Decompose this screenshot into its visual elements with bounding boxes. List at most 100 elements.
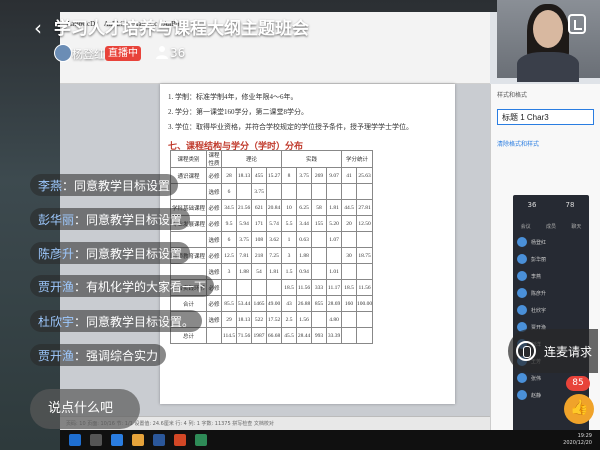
- like-count: 85: [566, 376, 590, 391]
- table-cell: 28.69: [326, 295, 342, 312]
- table-cell: [341, 183, 357, 200]
- participant-name: 张伟: [531, 375, 542, 382]
- table-cell: 3: [281, 247, 297, 264]
- table-cell: 1.81: [266, 263, 282, 280]
- table-cell: 455: [251, 167, 267, 184]
- table-cell: 71.56: [236, 327, 252, 344]
- participant-row[interactable]: 彭华丽: [517, 254, 585, 264]
- table-cell: 6: [221, 231, 237, 248]
- mic-request-button[interactable]: 连麦请求: [508, 329, 598, 373]
- table-cell: 18.5: [341, 279, 357, 296]
- participant-avatar: [517, 271, 527, 281]
- chat-text: 同意教学目标设置: [86, 212, 183, 227]
- participant-name: 赵静: [531, 392, 542, 399]
- edge-browser-icon[interactable]: [111, 434, 123, 446]
- table-cell: 333: [311, 279, 327, 296]
- chat-username[interactable]: 陈彦升: [38, 245, 74, 262]
- table-row: 合计 必修 85.5 53.44 1465 49.00 43 26.88 855 28.69 160…: [170, 295, 374, 312]
- table-cell: 6.25: [296, 199, 312, 216]
- meeting-tab[interactable]: 聊天: [571, 223, 581, 230]
- table-cell: [355, 183, 374, 200]
- table-cell: 必修: [206, 215, 222, 232]
- clock-time: 19:29: [577, 433, 592, 439]
- table-cell: [251, 279, 267, 296]
- back-chevron-icon[interactable]: ‹: [34, 18, 48, 38]
- participant-avatar: [517, 390, 527, 400]
- table-cell: 44.5: [341, 199, 357, 216]
- table-cell: [341, 231, 357, 248]
- clear-format-link[interactable]: 清除格式和样式: [497, 139, 594, 148]
- table-cell: 7.25: [266, 247, 282, 264]
- table-cell: 27.81: [355, 199, 374, 216]
- table-cell: 54: [251, 263, 267, 280]
- participant-row[interactable]: 陈彦升: [517, 288, 585, 298]
- chat-username[interactable]: 贾开渔: [38, 347, 74, 364]
- table-cell: [341, 263, 357, 280]
- table-cell: 993: [311, 327, 327, 344]
- taskbar-clock[interactable]: 19:29 2020/12/20: [563, 433, 592, 447]
- table-cell: 18.75: [355, 247, 374, 264]
- participant-row[interactable]: 李燕: [517, 271, 585, 281]
- chat-message: 杜欣宇：同意教学目标设置。: [30, 310, 203, 332]
- meeting-tab[interactable]: 成员: [546, 223, 556, 230]
- presenter-body: [517, 52, 579, 82]
- document-page[interactable]: 1. 学制：标准学制4年，修业年限4～6年。 2. 学分：第一课堂160学分，第…: [160, 84, 455, 404]
- table-cell: [266, 183, 282, 200]
- table-cell: 100.00: [355, 295, 374, 312]
- chat-username[interactable]: 贾开渔: [38, 278, 74, 295]
- table-cell: 11.56: [355, 279, 374, 296]
- table-cell: 4.80: [326, 311, 342, 328]
- share-icon[interactable]: [568, 14, 586, 34]
- participant-row[interactable]: 杨登红: [517, 237, 585, 247]
- windows-start-icon[interactable]: [69, 434, 81, 446]
- table-cell: [311, 263, 327, 280]
- table-cell: 12.50: [355, 215, 374, 232]
- chat-separator: ：: [74, 246, 87, 261]
- table-cell: 2.5: [281, 311, 297, 328]
- table-cell: 选修: [206, 311, 222, 328]
- meeting-count: 78: [565, 201, 575, 209]
- participant-row[interactable]: 杜欣宇: [517, 305, 585, 315]
- folder-icon[interactable]: [132, 434, 144, 446]
- table-cell: [341, 327, 357, 344]
- chat-username[interactable]: 彭华丽: [38, 211, 74, 228]
- mic-request-label: 连麦请求: [544, 344, 593, 359]
- word-icon[interactable]: [153, 434, 165, 446]
- table-cell: 218: [251, 247, 267, 264]
- meeting-tab[interactable]: 会议: [521, 223, 531, 230]
- meeting-app-icon[interactable]: [195, 434, 207, 446]
- table-cell: 必修: [206, 167, 222, 184]
- table-cell: 1.07: [326, 231, 342, 248]
- search-icon[interactable]: [90, 434, 102, 446]
- participant-avatar: [517, 305, 527, 315]
- chat-text: 有机化学的大家看一下: [86, 279, 207, 294]
- like-button[interactable]: 85: [560, 376, 600, 426]
- chat-username[interactable]: 李燕: [38, 177, 62, 194]
- table-header-cell: 课程类别: [170, 150, 207, 168]
- comment-input[interactable]: 说点什么吧: [30, 389, 140, 429]
- table-cell: 7.81: [236, 247, 252, 264]
- meeting-count: 36: [527, 201, 537, 209]
- table-cell: 1.01: [326, 263, 342, 280]
- table-cell: 45.5: [281, 327, 297, 344]
- table-cell: 155: [311, 215, 327, 232]
- participant-name: 李燕: [531, 273, 542, 280]
- live-title: 学习人才培养与课程大纲主题班会: [54, 19, 309, 39]
- live-badge: 直播中: [105, 46, 141, 61]
- style-name-box[interactable]: 标题 1 Char3: [497, 109, 594, 125]
- host-avatar[interactable]: [54, 44, 72, 62]
- viewer-count: 36: [170, 46, 186, 60]
- table-cell: 0.94: [296, 263, 312, 280]
- table-cell: [221, 279, 237, 296]
- table-cell: 29: [221, 311, 237, 328]
- table-cell: 5.5: [281, 215, 297, 232]
- meeting-counts: 36 78: [513, 195, 589, 209]
- participant-name: 杨登红: [531, 239, 547, 246]
- table-cell: 10: [281, 199, 297, 216]
- chat-message: 陈彦升：同意教学目标设置: [30, 242, 191, 264]
- powerpoint-icon[interactable]: [174, 434, 186, 446]
- table-cell: 1465: [251, 295, 267, 312]
- table-cell: 20.84: [266, 199, 282, 216]
- table-cell: 34.5: [221, 199, 237, 216]
- chat-username[interactable]: 杜欣宇: [38, 313, 74, 330]
